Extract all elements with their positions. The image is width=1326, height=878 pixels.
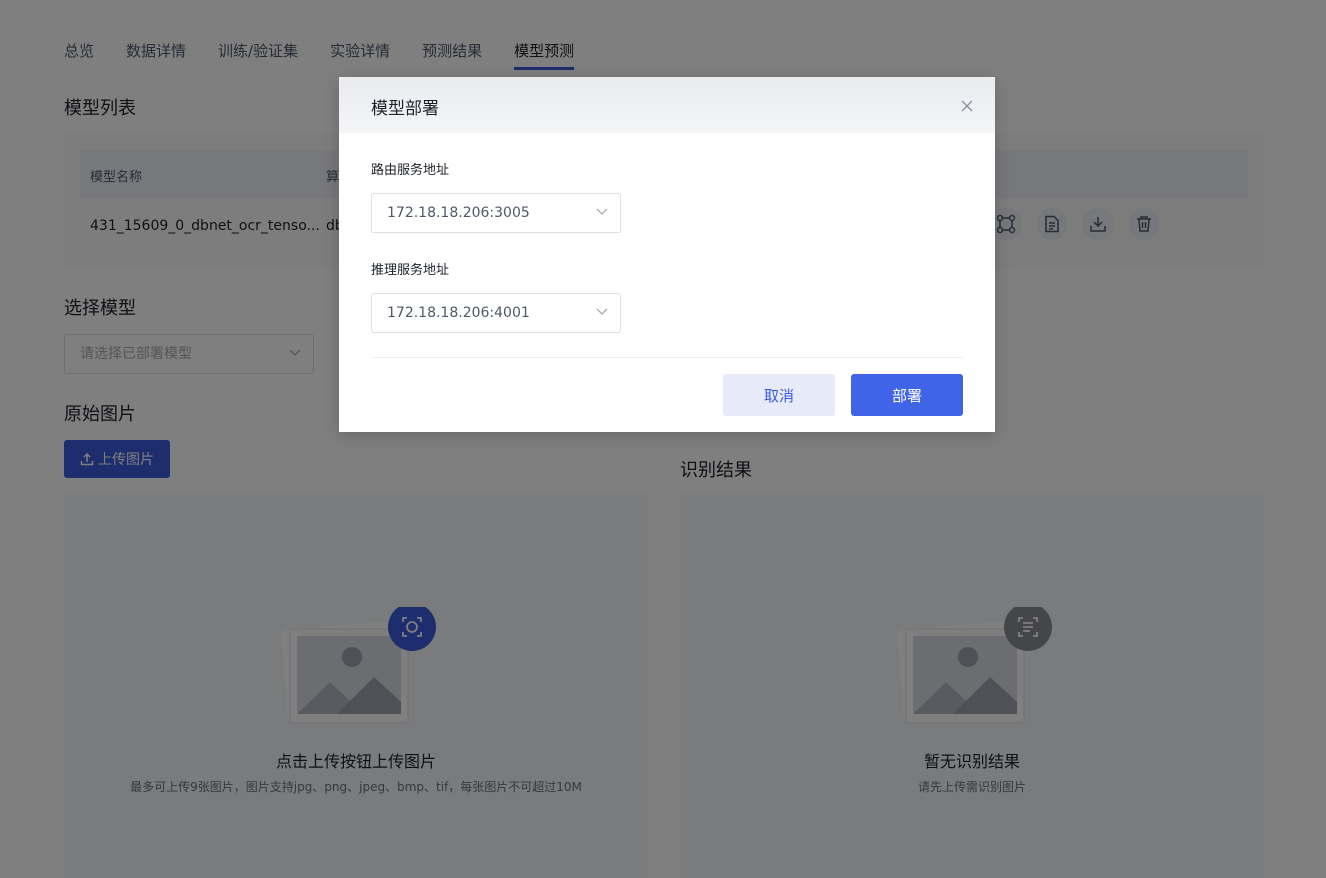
route-address-value: 172.18.18.206:3005 <box>387 205 530 221</box>
cancel-button[interactable]: 取消 <box>723 374 835 416</box>
dialog-divider <box>371 357 963 358</box>
route-address-label: 路由服务地址 <box>371 163 450 178</box>
inference-address-select[interactable]: 172.18.18.206:4001 <box>371 293 621 333</box>
inference-address-label: 推理服务地址 <box>371 263 450 278</box>
dialog-header: 模型部署 <box>339 77 995 133</box>
close-icon[interactable] <box>961 100 973 112</box>
chevron-down-icon <box>596 208 608 215</box>
dialog-title: 模型部署 <box>371 99 439 119</box>
deploy-button[interactable]: 部署 <box>851 374 963 416</box>
deploy-model-dialog: 模型部署 路由服务地址 172.18.18.206:3005 推理服务地址 17… <box>339 77 995 432</box>
inference-address-value: 172.18.18.206:4001 <box>387 305 530 321</box>
chevron-down-icon <box>596 308 608 315</box>
route-address-select[interactable]: 172.18.18.206:3005 <box>371 193 621 233</box>
